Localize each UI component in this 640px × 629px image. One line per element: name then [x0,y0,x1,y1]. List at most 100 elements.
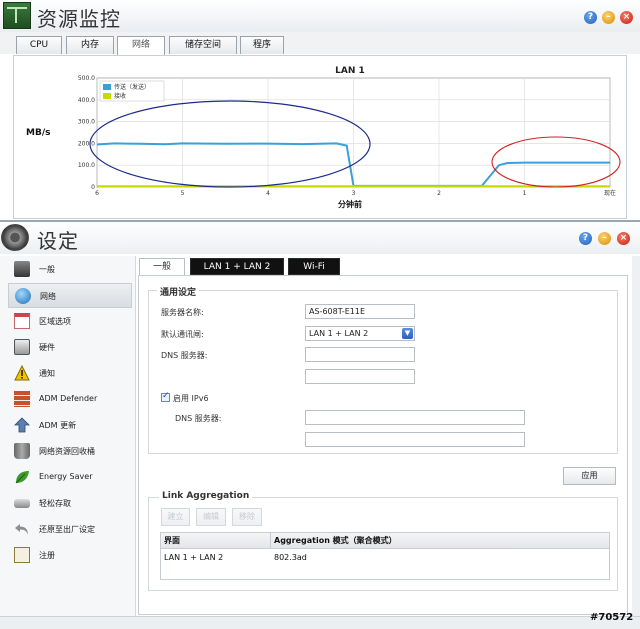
tab-wifi[interactable]: Wi-Fi [288,258,340,275]
ipv6-dns-server-label: DNS 服务器: [175,414,222,423]
server-name-input[interactable] [305,304,415,319]
calendar-icon [14,313,30,329]
legend-entry: 传送（发送） [114,83,150,91]
sidebar-item-easy-access[interactable]: 轻松存取 [8,491,132,516]
enable-ipv6-checkbox[interactable] [161,391,170,402]
general-settings-legend: 通用设定 [157,285,200,298]
sidebar-item-general[interactable]: 一般 [8,257,132,282]
settings-sidebar: 一般 网络 区域选项 硬件 通知 ADM Defender ADM 更新 网络资… [0,256,136,616]
dns-server-label: DNS 服务器: [161,351,208,360]
easy-access-icon [14,499,30,508]
x-axis-label: 分钟前 [338,199,362,209]
default-gateway-label: 默认通讯闸: [161,330,204,339]
default-gateway-value: LAN 1 + LAN 2 [309,329,369,338]
sidebar-item-label: 一般 [39,265,55,274]
enable-ipv6-label: 启用 IPv6 [173,394,209,403]
x-tick-label: 6 [95,190,99,197]
server-name-label: 服务器名称: [161,308,204,317]
link-aggregation-legend: Link Aggregation [159,491,253,501]
network-chart-panel: LAN 1 MB/s 分钟前 0 100.0 200.0 300.0 400.0 500.… [13,55,627,219]
sidebar-item-label: ADM 更新 [39,421,77,430]
brick-wall-icon [14,391,30,407]
chevron-down-icon[interactable]: ▼ [402,328,413,339]
close-icon[interactable]: × [620,11,633,24]
leaf-icon [14,469,30,485]
sidebar-item-label: 硬件 [39,343,55,352]
y-tick-label: 300.0 [78,119,95,126]
hard-drive-icon [14,339,30,355]
legend-swatch [103,84,111,90]
chart-title: LAN 1 [335,66,365,76]
tab-network[interactable]: 网络 [117,36,165,55]
sidebar-item-label: 网络资源回收桶 [39,447,95,456]
recycle-bin-icon [14,443,30,459]
minimize-icon[interactable]: – [602,11,615,24]
globe-icon [15,288,31,304]
x-tick-label: 4 [266,190,270,197]
ipv6-dns-server-input-1[interactable] [305,410,525,425]
sidebar-item-label: Energy Saver [39,472,93,481]
tab-cpu[interactable]: CPU [16,36,62,54]
close-icon[interactable]: × [617,232,630,245]
y-tick-label: 500.0 [78,75,95,82]
warning-icon [14,364,30,381]
update-arrow-icon [14,417,30,433]
sidebar-item-factory-reset[interactable]: 还原至出厂设定 [8,517,132,542]
sidebar-item-recycle-bin[interactable]: 网络资源回收桶 [8,439,132,464]
legend-swatch [103,93,111,99]
sidebar-item-notification[interactable]: 通知 [8,361,132,386]
default-gateway-select[interactable]: LAN 1 + LAN 2 ▼ [305,326,415,341]
x-tick-label: 现在 [604,189,616,197]
y-tick-label: 100.0 [78,162,95,169]
sidebar-item-network[interactable]: 网络 [8,283,132,308]
minimize-icon[interactable]: – [598,232,611,245]
sidebar-item-label: 区域选项 [39,317,71,326]
help-icon[interactable]: ? [584,11,597,24]
help-icon[interactable]: ? [579,232,592,245]
resource-monitor-app-icon [3,2,31,29]
remove-button[interactable]: 移除 [232,508,262,526]
edit-button[interactable]: 编辑 [196,508,226,526]
sidebar-item-region[interactable]: 区域选项 [8,309,132,334]
x-tick-label: 3 [352,190,356,197]
apply-button[interactable]: 应用 [563,467,616,485]
sidebar-item-hardware[interactable]: 硬件 [8,335,132,360]
ipv6-dns-server-input-2[interactable] [305,432,525,447]
dns-server-input-1[interactable] [305,347,415,362]
settings-statusbar [0,616,640,629]
sidebar-item-adm-defender[interactable]: ADM Defender [8,387,132,412]
create-button[interactable]: 建立 [161,508,190,526]
register-icon [14,547,30,563]
watermark-text: #70572 [590,612,634,623]
tab-lan1-lan2[interactable]: LAN 1 + LAN 2 [190,258,284,275]
y-tick-label: 400.0 [78,97,95,104]
x-tick-label: 1 [523,190,527,197]
undo-icon [14,521,30,537]
link-aggregation-table: 界面 Aggregation 模式（聚合模式） LAN 1 + LAN 2 80… [160,532,610,580]
sidebar-item-label: 通知 [39,369,55,378]
y-tick-label: 200.0 [78,140,95,147]
settings-scrollbar[interactable] [632,256,640,616]
table-cell-interface: LAN 1 + LAN 2 [164,553,224,562]
settings-titlebar: 设定 ? – × [0,222,640,254]
column-header-interface[interactable]: 界面 [161,533,271,549]
sidebar-item-label: 轻松存取 [39,499,71,508]
sidebar-item-label: ADM Defender [39,394,98,403]
y-axis-label: MB/s [26,128,50,138]
sidebar-item-adm-update[interactable]: ADM 更新 [8,413,132,438]
dns-server-input-2[interactable] [305,369,415,384]
tab-memory[interactable]: 内存 [66,36,114,54]
settings-title: 设定 [37,229,79,253]
resource-monitor-titlebar: 资源监控 ? – × [0,0,640,32]
server-icon [14,261,30,277]
tab-processes[interactable]: 程序 [240,36,284,54]
sidebar-item-register[interactable]: 注册 [8,543,132,568]
tab-general[interactable]: 一般 [139,258,185,276]
table-cell-mode: 802.3ad [274,553,307,562]
settings-app-icon [1,224,29,251]
resource-monitor-title: 资源监控 [37,7,121,31]
column-header-aggregation-mode[interactable]: Aggregation 模式（聚合模式） [271,533,609,549]
tab-storage[interactable]: 储存空间 [169,36,237,54]
sidebar-item-energy-saver[interactable]: Energy Saver [8,465,132,490]
sidebar-item-label: 网络 [40,292,56,301]
